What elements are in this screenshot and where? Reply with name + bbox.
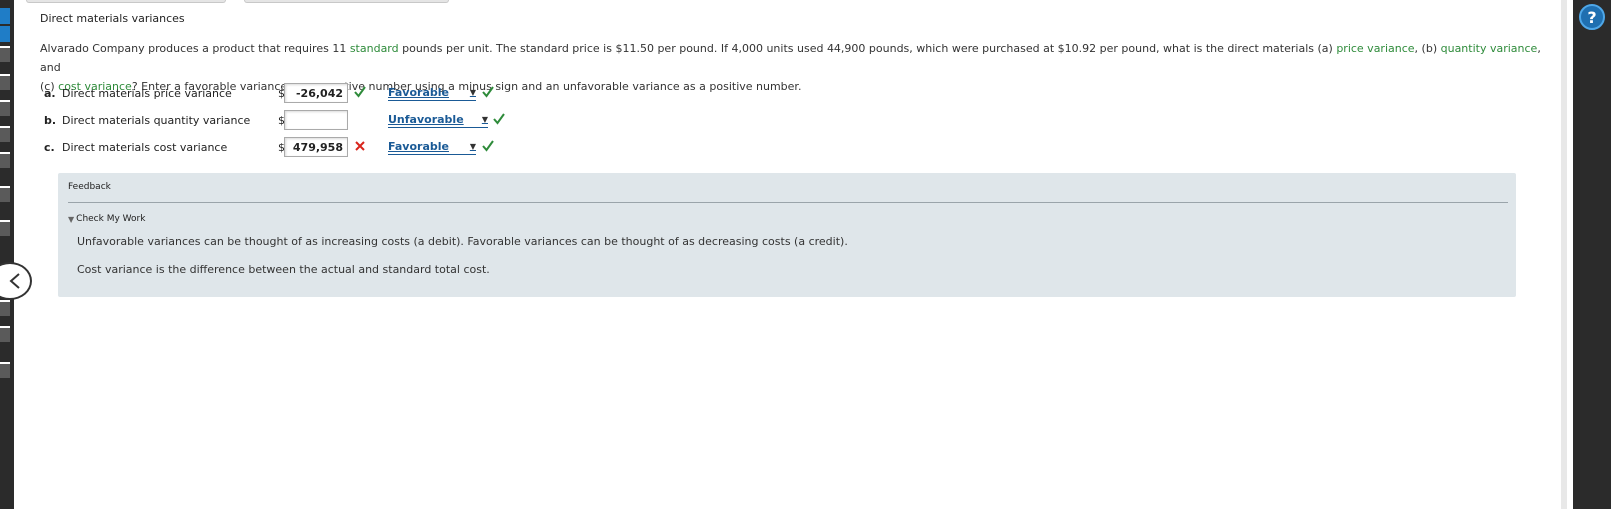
help-button[interactable]: ? <box>1579 4 1605 30</box>
rail-marker[interactable] <box>0 186 10 202</box>
row-label: Direct materials quantity variance <box>62 114 251 127</box>
cost-variance-select[interactable]: Favorable ▼ <box>388 139 476 155</box>
dropdown-caret-icon: ▼ <box>469 88 476 97</box>
chevron-left-icon <box>9 273 20 289</box>
question-text-part: Alvarado Company produces a product that… <box>40 42 350 55</box>
section-title: Direct materials variances <box>40 12 185 25</box>
row-letter: b. <box>44 114 57 127</box>
rail-marker[interactable] <box>0 74 10 90</box>
rail-marker[interactable] <box>0 152 10 168</box>
question-text-part: , (b) <box>1414 42 1441 55</box>
glossary-term-price-variance[interactable]: price variance <box>1336 42 1414 55</box>
check-my-work-toggle[interactable]: ▼ Check My Work <box>68 214 145 224</box>
question-icon: ? <box>1587 7 1597 27</box>
row-letter: a. <box>44 87 56 100</box>
row-label: Direct materials cost variance <box>62 141 228 154</box>
quantity-variance-select[interactable]: Unfavorable ▼ <box>388 112 488 128</box>
feedback-text: Cost variance is the difference between … <box>77 263 490 276</box>
dropdown-caret-icon: ▼ <box>469 142 476 151</box>
answer-row-quantity-variance: b. Direct materials quantity variance $ … <box>44 110 544 132</box>
price-variance-select[interactable]: Favorable ▼ <box>388 85 476 101</box>
top-tab[interactable] <box>26 0 226 3</box>
select-value: Favorable <box>388 140 449 153</box>
check-icon <box>482 140 494 152</box>
collapse-panel-button[interactable] <box>0 262 32 300</box>
quantity-variance-input[interactable] <box>284 110 348 130</box>
glossary-term-quantity-variance[interactable]: quantity variance <box>1441 42 1538 55</box>
rail-marker-active[interactable] <box>0 8 10 24</box>
divider <box>68 202 1508 203</box>
answer-row-price-variance: a. Direct materials price variance $ Fav… <box>44 83 544 105</box>
rail-marker[interactable] <box>0 362 10 378</box>
row-letter: c. <box>44 141 55 154</box>
rail-marker[interactable] <box>0 46 10 62</box>
check-icon <box>482 86 494 98</box>
triangle-down-icon: ▼ <box>68 214 75 224</box>
row-label: Direct materials price variance <box>62 87 232 100</box>
check-icon <box>493 113 505 125</box>
feedback-title: Feedback <box>68 182 111 192</box>
rail-marker[interactable] <box>0 326 10 342</box>
question-text-part: pounds per unit. The standard price is $… <box>398 42 1337 55</box>
rail-markers <box>0 0 10 509</box>
price-variance-input[interactable] <box>284 83 348 103</box>
answer-row-cost-variance: c. Direct materials cost variance $ Favo… <box>44 137 544 159</box>
rail-marker[interactable] <box>0 300 10 316</box>
check-my-work-label: Check My Work <box>76 214 146 224</box>
feedback-text: Unfavorable variances can be thought of … <box>77 235 848 248</box>
rail-marker[interactable] <box>0 100 10 116</box>
rail-marker[interactable] <box>0 220 10 236</box>
rail-marker-active[interactable] <box>0 26 10 42</box>
cost-variance-input[interactable] <box>284 137 348 157</box>
select-value: Favorable <box>388 86 449 99</box>
top-tab[interactable] <box>244 0 449 3</box>
right-rail <box>1573 0 1611 509</box>
rail-marker[interactable] <box>0 126 10 142</box>
glossary-term-standard[interactable]: standard <box>350 42 399 55</box>
x-icon <box>355 141 365 151</box>
check-icon <box>354 86 366 98</box>
select-value: Unfavorable <box>388 113 464 126</box>
feedback-panel: Feedback ▼ Check My Work Unfavorable vari… <box>58 173 1516 297</box>
scrollbar[interactable] <box>1561 0 1567 509</box>
dropdown-caret-icon: ▼ <box>481 115 488 124</box>
